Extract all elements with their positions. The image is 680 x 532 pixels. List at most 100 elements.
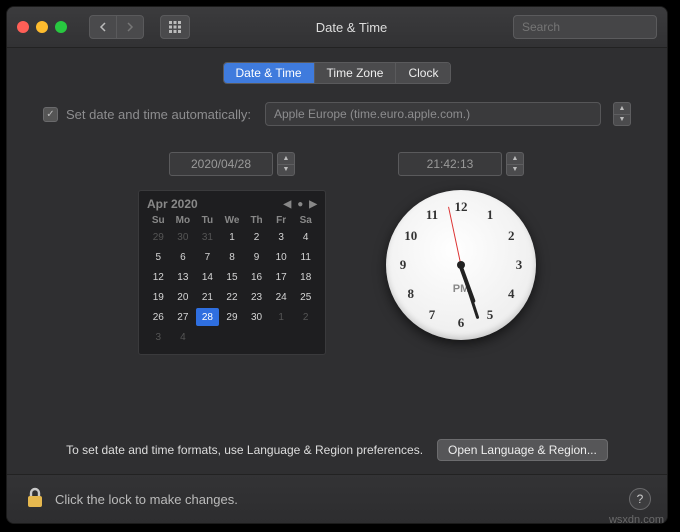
minimize-icon[interactable] <box>36 21 48 33</box>
nav-buttons <box>89 15 144 39</box>
show-all-button[interactable] <box>160 15 190 39</box>
clock-numeral: 11 <box>426 207 438 223</box>
auto-set-checkbox[interactable]: ✓ <box>43 107 58 122</box>
calendar-day[interactable]: 1 <box>221 228 244 246</box>
content-pane: ✓ Set date and time automatically: Apple… <box>7 84 667 355</box>
time-server-value: Apple Europe (time.euro.apple.com.) <box>274 107 470 121</box>
time-field[interactable]: 21:42:13 <box>398 152 502 176</box>
grid-icon <box>168 20 182 34</box>
chevron-down-icon: ▼ <box>614 115 630 126</box>
clock-numeral: 5 <box>487 307 494 323</box>
help-button[interactable]: ? <box>629 488 651 510</box>
calendar-day[interactable]: 16 <box>245 268 268 286</box>
clock-numeral: 2 <box>508 228 515 244</box>
lock-bar: Click the lock to make changes. ? <box>7 474 667 523</box>
chevron-up-icon: ▲ <box>507 153 523 165</box>
prefs-window: Date & Time Date & Time Time Zone Clock … <box>6 6 668 524</box>
chevron-up-icon: ▲ <box>614 103 630 115</box>
time-column: 21:42:13 ▲▼ PM 121234567891011 <box>386 152 536 355</box>
calendar-day[interactable]: 2 <box>294 308 317 326</box>
calendar-grid: SuMoTuWeThFrSa29303112345678910111213141… <box>147 215 317 346</box>
date-column: 2020/04/28 ▲▼ Apr 2020 ◀ ● ▶ SuMoTuWeThF… <box>138 152 326 355</box>
lock-hint: Click the lock to make changes. <box>55 492 238 507</box>
time-stepper[interactable]: ▲▼ <box>506 152 524 176</box>
time-server-select[interactable]: Apple Europe (time.euro.apple.com.) <box>265 102 601 126</box>
clock-numeral: 10 <box>404 228 417 244</box>
calendar-next-button[interactable]: ▶ <box>309 199 317 210</box>
back-button[interactable] <box>89 15 117 39</box>
auto-set-row: ✓ Set date and time automatically: Apple… <box>43 102 631 126</box>
chevron-right-icon <box>126 22 134 32</box>
forward-button[interactable] <box>117 15 144 39</box>
calendar-day[interactable]: 11 <box>294 248 317 266</box>
calendar-day[interactable]: 25 <box>294 288 317 306</box>
calendar-day[interactable]: 13 <box>172 268 195 286</box>
calendar-day[interactable]: 14 <box>196 268 219 286</box>
chevron-up-icon: ▲ <box>278 153 294 165</box>
clock-numeral: 12 <box>455 199 468 215</box>
chevron-left-icon <box>99 22 107 32</box>
calendar-day[interactable]: 20 <box>172 288 195 306</box>
calendar-day[interactable]: 23 <box>245 288 268 306</box>
calendar-day[interactable]: 30 <box>245 308 268 326</box>
calendar-day[interactable]: 4 <box>294 228 317 246</box>
traffic-lights <box>17 21 67 33</box>
search-field[interactable] <box>513 15 657 39</box>
calendar-day[interactable]: 28 <box>196 308 219 326</box>
search-input[interactable] <box>520 19 668 35</box>
calendar-day[interactable]: 1 <box>270 308 293 326</box>
tab-date-time[interactable]: Date & Time <box>224 63 314 83</box>
date-stepper[interactable]: ▲▼ <box>277 152 295 176</box>
calendar-day[interactable]: 9 <box>245 248 268 266</box>
calendar[interactable]: Apr 2020 ◀ ● ▶ SuMoTuWeThFrSa29303112345… <box>138 190 326 355</box>
calendar-day[interactable]: 4 <box>172 328 195 346</box>
tab-time-zone[interactable]: Time Zone <box>314 63 396 83</box>
lock-icon[interactable] <box>25 486 45 513</box>
open-language-region-button[interactable]: Open Language & Region... <box>437 439 608 461</box>
calendar-day[interactable]: 26 <box>147 308 170 326</box>
calendar-prev-button[interactable]: ◀ <box>284 199 292 210</box>
clock-numeral: 8 <box>408 286 415 302</box>
calendar-day[interactable]: 18 <box>294 268 317 286</box>
calendar-day[interactable]: 15 <box>221 268 244 286</box>
calendar-day[interactable]: 21 <box>196 288 219 306</box>
calendar-day[interactable]: 29 <box>221 308 244 326</box>
calendar-day[interactable]: 31 <box>196 228 219 246</box>
analog-clock[interactable]: PM 121234567891011 <box>386 190 536 340</box>
calendar-today-button[interactable]: ● <box>297 199 303 210</box>
calendar-day[interactable]: 8 <box>221 248 244 266</box>
titlebar: Date & Time <box>7 7 667 48</box>
calendar-day[interactable]: 22 <box>221 288 244 306</box>
chevron-down-icon: ▼ <box>507 165 523 176</box>
tab-clock[interactable]: Clock <box>395 63 450 83</box>
date-field[interactable]: 2020/04/28 <box>169 152 273 176</box>
close-icon[interactable] <box>17 21 29 33</box>
clock-face: PM 121234567891011 <box>386 190 536 340</box>
formats-row: To set date and time formats, use Langua… <box>7 439 667 461</box>
calendar-day[interactable]: 6 <box>172 248 195 266</box>
calendar-day[interactable]: 17 <box>270 268 293 286</box>
auto-set-label: Set date and time automatically: <box>66 107 251 122</box>
calendar-day[interactable]: 3 <box>147 328 170 346</box>
calendar-day[interactable]: 3 <box>270 228 293 246</box>
calendar-day[interactable]: 10 <box>270 248 293 266</box>
calendar-day[interactable]: 19 <box>147 288 170 306</box>
clock-numeral: 6 <box>458 315 465 331</box>
calendar-day[interactable]: 29 <box>147 228 170 246</box>
calendar-dow: We <box>221 215 244 226</box>
calendar-day[interactable]: 12 <box>147 268 170 286</box>
calendar-day[interactable]: 30 <box>172 228 195 246</box>
calendar-dow: Sa <box>294 215 317 226</box>
calendar-dow: Tu <box>196 215 219 226</box>
clock-numeral: 4 <box>508 286 515 302</box>
zoom-icon[interactable] <box>55 21 67 33</box>
calendar-day[interactable]: 5 <box>147 248 170 266</box>
calendar-day[interactable]: 2 <box>245 228 268 246</box>
calendar-day[interactable]: 27 <box>172 308 195 326</box>
time-server-stepper[interactable]: ▲ ▼ <box>613 102 631 126</box>
calendar-month-label: Apr 2020 <box>147 197 198 211</box>
calendar-dow: Mo <box>172 215 195 226</box>
calendar-day[interactable]: 24 <box>270 288 293 306</box>
calendar-dow: Su <box>147 215 170 226</box>
calendar-day[interactable]: 7 <box>196 248 219 266</box>
